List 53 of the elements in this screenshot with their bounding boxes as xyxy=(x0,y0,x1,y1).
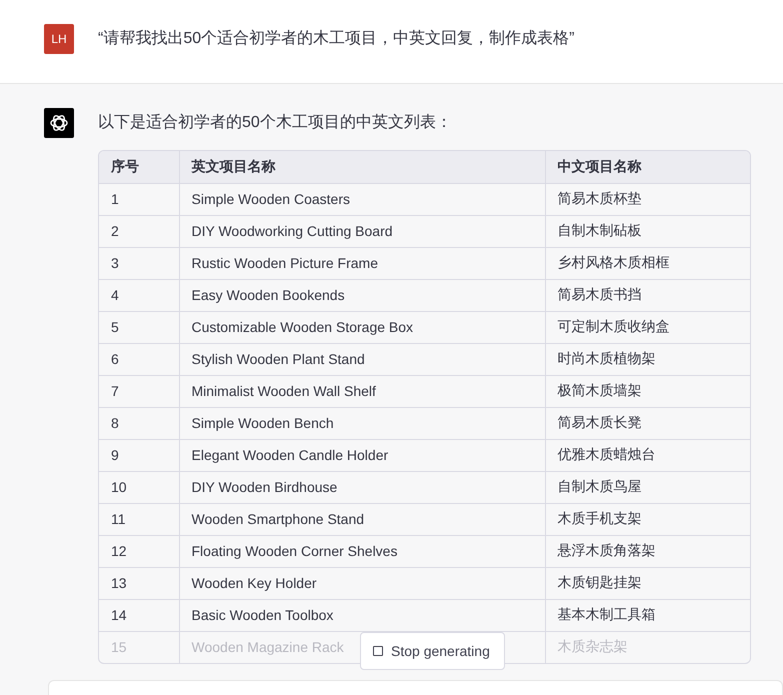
table-cell: Floating Wooden Corner Shelves xyxy=(179,535,545,567)
table-cell: Minimalist Wooden Wall Shelf xyxy=(179,375,545,407)
table-cell: Basic Wooden Toolbox xyxy=(179,599,545,631)
table-cell: 时尚木质植物架 xyxy=(545,343,750,375)
table-cell: 8 xyxy=(99,407,179,439)
table-cell: 乡村风格木质相框 xyxy=(545,247,750,279)
table-cell: DIY Wooden Birdhouse xyxy=(179,471,545,503)
table-cell: 自制木质鸟屋 xyxy=(545,471,750,503)
table-cell: 基本木制工具箱 xyxy=(545,599,750,631)
column-header: 中文项目名称 xyxy=(545,151,750,183)
table-cell: 悬浮木质角落架 xyxy=(545,535,750,567)
column-header: 英文项目名称 xyxy=(179,151,545,183)
table-cell: 自制木制砧板 xyxy=(545,215,750,247)
table-cell: 14 xyxy=(99,599,179,631)
table-cell: 7 xyxy=(99,375,179,407)
user-message: “请帮我找出50个适合初学者的木工项目，中英文回复，制作成表格” xyxy=(98,28,574,49)
assistant-logo-icon xyxy=(44,108,74,138)
table-cell: Customizable Wooden Storage Box xyxy=(179,311,545,343)
table-cell: 10 xyxy=(99,471,179,503)
table-cell: 优雅木质蜡烛台 xyxy=(545,439,750,471)
table-cell: Easy Wooden Bookends xyxy=(179,279,545,311)
table-cell: Simple Wooden Coasters xyxy=(179,183,545,215)
assistant-message: 以下是适合初学者的50个木工项目的中英文列表： xyxy=(98,112,453,133)
table-cell: 简易木质书挡 xyxy=(545,279,750,311)
table-cell: 木质杂志架 xyxy=(545,631,750,663)
table-cell: 木质手机支架 xyxy=(545,503,750,535)
column-header: 序号 xyxy=(99,151,179,183)
table-cell: 简易木质长凳 xyxy=(545,407,750,439)
user-avatar: LH xyxy=(44,24,74,54)
table-cell: Wooden Smartphone Stand xyxy=(179,503,545,535)
table-cell: 1 xyxy=(99,183,179,215)
table-cell: 可定制木质收纳盒 xyxy=(545,311,750,343)
table-cell: 15 xyxy=(99,631,179,663)
stop-icon xyxy=(373,646,383,656)
table-cell: 简易木质杯垫 xyxy=(545,183,750,215)
table-cell: 6 xyxy=(99,343,179,375)
table-cell: 3 xyxy=(99,247,179,279)
table-cell: Wooden Key Holder xyxy=(179,567,545,599)
table-cell: 2 xyxy=(99,215,179,247)
table-cell: 12 xyxy=(99,535,179,567)
table-cell: Elegant Wooden Candle Holder xyxy=(179,439,545,471)
table-cell: 9 xyxy=(99,439,179,471)
table-cell: Simple Wooden Bench xyxy=(179,407,545,439)
table-cell: 木质钥匙挂架 xyxy=(545,567,750,599)
table-cell: 4 xyxy=(99,279,179,311)
stop-generating-button[interactable]: Stop generating xyxy=(360,632,505,670)
table-cell: 极简木质墙架 xyxy=(545,375,750,407)
table-cell: Stylish Wooden Plant Stand xyxy=(179,343,545,375)
table-cell: 5 xyxy=(99,311,179,343)
table-cell: Rustic Wooden Picture Frame xyxy=(179,247,545,279)
table-cell: DIY Woodworking Cutting Board xyxy=(179,215,545,247)
table-cell: 13 xyxy=(99,567,179,599)
table-cell: 11 xyxy=(99,503,179,535)
